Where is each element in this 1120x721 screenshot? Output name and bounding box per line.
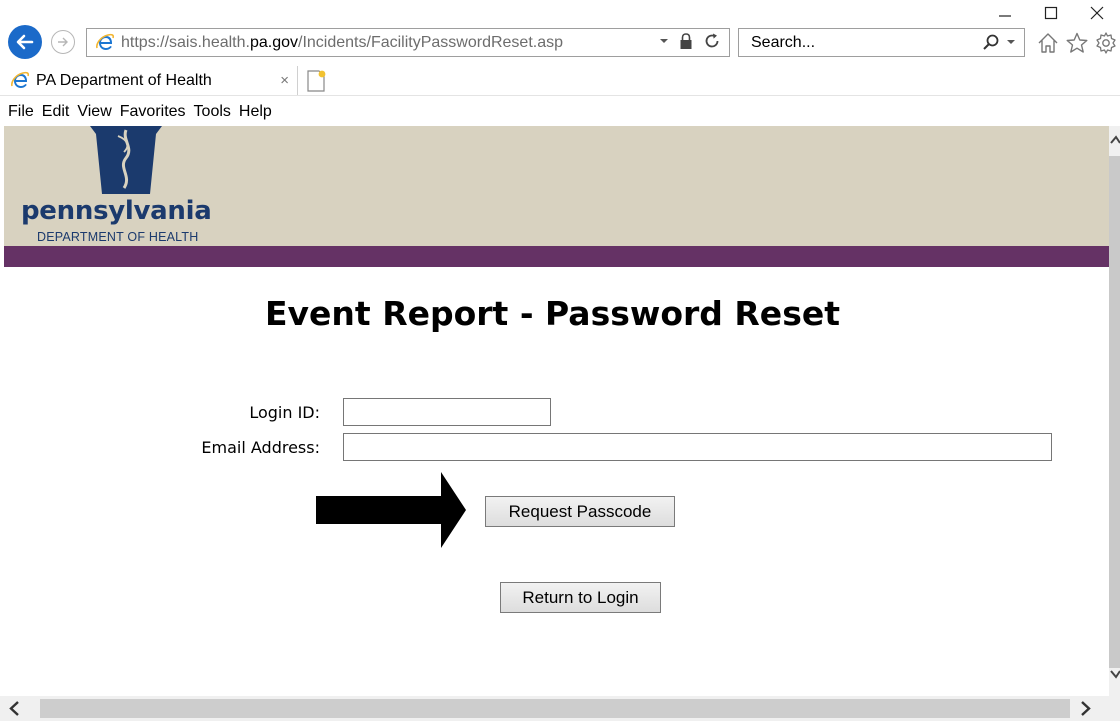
menu-tools[interactable]: Tools xyxy=(190,103,235,121)
horizontal-scroll-thumb[interactable] xyxy=(40,699,1070,718)
gear-icon[interactable] xyxy=(1094,31,1118,55)
keystone-logo-icon xyxy=(90,126,162,194)
vertical-scroll-thumb[interactable] xyxy=(1109,156,1120,668)
url-domain: pa.gov xyxy=(249,33,299,51)
login-id-label: Login ID: xyxy=(249,403,320,422)
vertical-scrollbar[interactable] xyxy=(1109,126,1120,696)
lock-icon[interactable] xyxy=(679,32,693,50)
close-icon xyxy=(1090,6,1104,20)
internet-explorer-icon xyxy=(96,33,115,50)
address-row: https://sais.health.pa.gov/Incidents/Fac… xyxy=(0,22,1120,64)
minimize-icon xyxy=(999,15,1011,17)
return-to-login-button[interactable]: Return to Login xyxy=(500,582,661,613)
scroll-up-icon[interactable] xyxy=(1109,134,1120,146)
address-tools xyxy=(659,32,721,50)
tab-close-icon[interactable]: × xyxy=(280,72,289,89)
header-band xyxy=(4,246,1109,267)
refresh-icon[interactable] xyxy=(703,32,721,50)
back-button[interactable] xyxy=(8,25,42,59)
address-bar[interactable]: https://sais.health.pa.gov/Incidents/Fac… xyxy=(86,28,730,57)
search-icon[interactable] xyxy=(982,33,1000,51)
tab-title: PA Department of Health xyxy=(36,72,212,89)
logo-text: pennsylvania xyxy=(21,196,212,226)
scroll-down-icon[interactable] xyxy=(1109,668,1120,680)
tab-pa-department-of-health[interactable]: PA Department of Health × xyxy=(4,66,298,96)
login-id-input[interactable] xyxy=(343,398,551,426)
menu-edit[interactable]: Edit xyxy=(38,103,74,121)
search-dropdown-icon[interactable] xyxy=(1006,37,1016,47)
home-icon[interactable] xyxy=(1036,31,1060,55)
search-tools xyxy=(982,33,1016,51)
page-viewport: pennsylvania DEPARTMENT OF HEALTH Event … xyxy=(0,126,1109,696)
back-arrow-icon xyxy=(16,34,34,50)
search-input[interactable] xyxy=(749,32,969,53)
tab-strip-divider xyxy=(0,95,1120,96)
scroll-left-icon[interactable] xyxy=(6,699,24,718)
email-address-input[interactable] xyxy=(343,433,1052,461)
menu-bar: File Edit View Favorites Tools Help xyxy=(0,99,276,125)
menu-file[interactable]: File xyxy=(4,103,38,121)
forward-button[interactable] xyxy=(51,30,75,54)
menu-favorites[interactable]: Favorites xyxy=(116,103,190,121)
url-scheme: https://sais.health. xyxy=(121,33,250,51)
toolbar-icons xyxy=(1036,31,1118,55)
maximize-icon xyxy=(1044,6,1058,20)
new-tab-button[interactable] xyxy=(303,68,329,94)
internet-explorer-icon xyxy=(11,71,30,88)
url-text: https://sais.health.pa.gov/Incidents/Fac… xyxy=(121,34,563,52)
url-path: /Incidents/FacilityPasswordReset.asp xyxy=(298,33,564,51)
menu-help[interactable]: Help xyxy=(235,103,276,121)
new-tab-icon xyxy=(307,70,326,92)
logo-subtext: DEPARTMENT OF HEALTH xyxy=(37,230,199,244)
forward-arrow-icon xyxy=(58,37,68,47)
tab-row: PA Department of Health × xyxy=(0,64,1120,96)
site-header: pennsylvania DEPARTMENT OF HEALTH xyxy=(4,126,1109,246)
email-address-label: Email Address: xyxy=(201,438,320,457)
dropdown-arrow-icon[interactable] xyxy=(659,36,669,46)
request-passcode-button[interactable]: Request Passcode xyxy=(485,496,675,527)
arrow-pointer-icon xyxy=(316,472,466,548)
page-title: Event Report - Password Reset xyxy=(265,294,840,333)
scroll-right-icon[interactable] xyxy=(1076,699,1094,718)
search-box[interactable] xyxy=(738,28,1025,57)
star-icon[interactable] xyxy=(1065,31,1089,55)
menu-view[interactable]: View xyxy=(73,103,115,121)
horizontal-scrollbar[interactable] xyxy=(0,696,1120,721)
